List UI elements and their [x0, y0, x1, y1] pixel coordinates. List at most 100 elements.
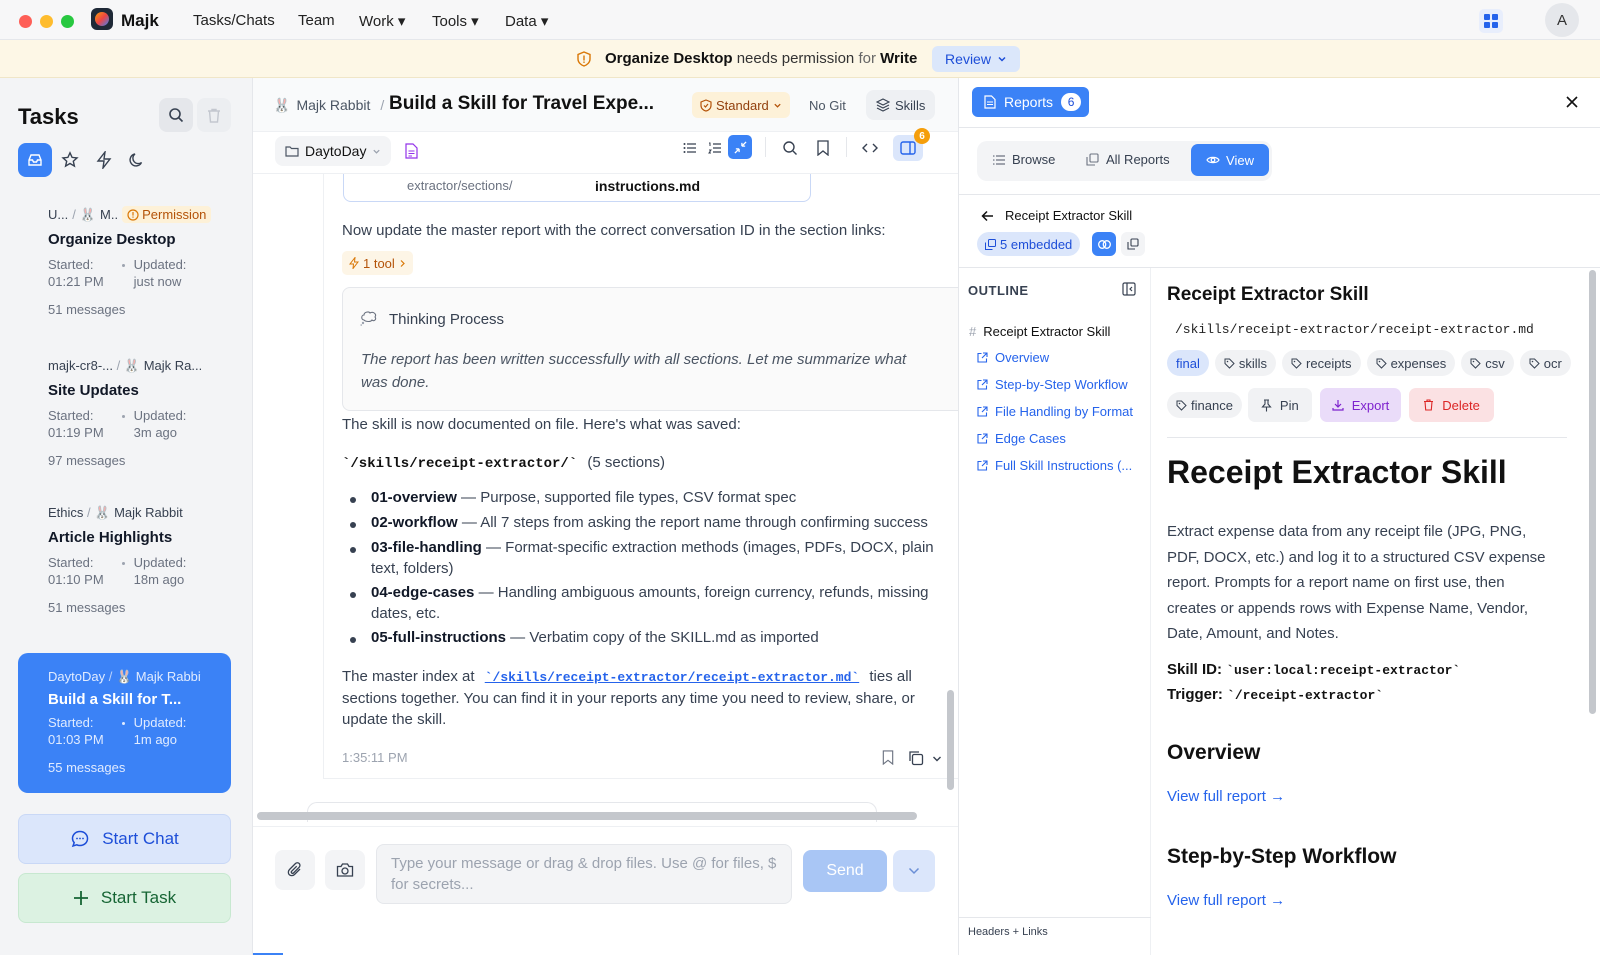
tag-receipts[interactable]: receipts	[1282, 350, 1361, 376]
avatar[interactable]: A	[1545, 3, 1579, 37]
outline-item-full-instructions[interactable]: Full Skill Instructions (...	[977, 458, 1132, 473]
document-icon	[984, 95, 996, 109]
external-link-icon	[977, 379, 988, 390]
outline-item-edge-cases[interactable]: Edge Cases	[977, 431, 1066, 446]
numbered-list-icon[interactable]	[708, 141, 722, 155]
outline-item-file-handling[interactable]: File Handling by Format	[977, 404, 1133, 419]
tool-chip[interactable]: 1 tool	[342, 251, 413, 275]
bookmark-icon[interactable]	[882, 750, 894, 765]
chevron-down-icon	[774, 103, 781, 108]
bullet-key: 02-workflow	[371, 514, 458, 531]
copy-mode-button[interactable]	[1121, 232, 1145, 256]
export-button[interactable]: Export	[1319, 388, 1402, 422]
list-icon	[993, 154, 1005, 165]
pin-button[interactable]: Pin	[1247, 388, 1312, 422]
external-link-icon	[977, 352, 988, 363]
filter-star-button[interactable]	[53, 143, 87, 177]
view-tabs: Browse All Reports View	[977, 141, 1272, 181]
tag-label: csv	[1485, 355, 1505, 371]
horizontal-scrollbar[interactable]	[257, 812, 917, 820]
tag-icon	[1176, 400, 1187, 411]
trash-button[interactable]	[197, 98, 231, 132]
tag-ocr[interactable]: ocr	[1519, 350, 1571, 376]
vertical-scrollbar[interactable]	[947, 690, 954, 790]
report-intro-line: creates or appends rows with Expense Nam…	[1167, 599, 1529, 617]
mode-dropdown[interactable]: Standard	[692, 92, 790, 118]
tag-skills[interactable]: skills	[1214, 350, 1277, 376]
tag-csv[interactable]: csv	[1461, 350, 1514, 376]
thinking-text: The report has been written successfully…	[361, 351, 907, 391]
report-scrollbar[interactable]	[1589, 270, 1596, 714]
bolt-icon	[349, 257, 359, 269]
project-dropdown[interactable]: DaytoDay	[275, 136, 392, 166]
task-card[interactable]: majk-cr8-... / 🐰 Majk Ra... Site Updates…	[18, 358, 231, 468]
task-agent: Majk Rabbit	[114, 505, 183, 520]
filter-moon-button[interactable]	[120, 143, 154, 177]
close-icon[interactable]	[1565, 95, 1579, 109]
menu-team[interactable]: Team	[298, 12, 335, 29]
window-close-button[interactable]	[19, 15, 32, 28]
tab-browse[interactable]: Browse	[993, 152, 1055, 167]
task-card[interactable]: U... / 🐰 M.. Permission Organize Desktop…	[18, 206, 231, 317]
outline-item-overview[interactable]: Overview	[977, 350, 1049, 365]
task-card-active[interactable]: DaytoDay / 🐰 Majk Rabbit Build a Skill f…	[18, 653, 231, 793]
divider	[846, 137, 847, 157]
document-icon[interactable]	[405, 143, 418, 159]
chevron-down-icon[interactable]	[932, 755, 942, 763]
task-card[interactable]: Ethics / 🐰 Majk Rabbit Article Highlight…	[18, 505, 231, 615]
tag-expenses[interactable]: expenses	[1366, 350, 1456, 376]
outline-item-workflow[interactable]: Step-by-Step Workflow	[977, 377, 1128, 392]
paperclip-icon	[287, 862, 301, 877]
bookmark-icon[interactable]	[817, 140, 829, 156]
thinking-card[interactable]: Thinking Process The report has been wri…	[342, 287, 958, 411]
window-minimize-button[interactable]	[40, 15, 53, 28]
report-heading: Receipt Extractor Skill	[1167, 454, 1507, 490]
tab-view[interactable]: View	[1191, 144, 1269, 176]
code-icon[interactable]	[862, 141, 878, 155]
embedded-count-badge[interactable]: 5 embedded	[977, 232, 1081, 256]
agent-name[interactable]: Majk Rabbit	[296, 97, 370, 114]
start-task-button[interactable]: Start Task	[18, 873, 231, 923]
master-index-link[interactable]: `/skills/receipt-extractor/receipt-extra…	[485, 670, 859, 685]
send-button[interactable]: Send	[803, 850, 887, 892]
view-full-report-link[interactable]: View full report →	[1167, 788, 1285, 805]
list-icon[interactable]	[683, 141, 697, 155]
menu-data[interactable]: Data ▾	[505, 12, 548, 30]
start-chat-button[interactable]: Start Chat	[18, 814, 231, 864]
review-button[interactable]: Review	[932, 46, 1020, 72]
camera-button[interactable]	[325, 850, 365, 890]
collapse-outline-icon[interactable]	[1122, 282, 1136, 296]
message-input[interactable]: Type your message or drag & drop files. …	[376, 844, 792, 904]
grid-icon[interactable]	[1479, 9, 1503, 33]
tag-final[interactable]: final	[1167, 350, 1209, 376]
outline-item-root[interactable]: # Receipt Extractor Skill	[969, 324, 1110, 339]
arrow-left-icon[interactable]	[981, 210, 994, 222]
collapse-button[interactable]	[728, 135, 752, 159]
delete-button[interactable]: Delete	[1409, 388, 1494, 422]
file-card[interactable]: extractor/sections/ instructions.md	[343, 174, 811, 202]
search-icon[interactable]	[782, 140, 798, 156]
send-options-button[interactable]	[893, 850, 935, 892]
menu-tools[interactable]: Tools ▾	[432, 12, 479, 30]
bolt-icon	[96, 151, 112, 169]
filter-bolt-button[interactable]	[87, 143, 121, 177]
shield-icon	[576, 51, 592, 67]
divider	[1167, 437, 1567, 438]
menu-tasks-chats[interactable]: Tasks/Chats	[193, 12, 275, 29]
search-button[interactable]	[159, 98, 193, 132]
chevron-down-icon	[908, 867, 920, 875]
chevron-down-icon	[998, 56, 1006, 62]
filter-inbox-button[interactable]	[18, 143, 52, 177]
message-list: extractor/sections/ instructions.md Now …	[253, 174, 958, 902]
git-status[interactable]: No Git	[799, 92, 856, 118]
menu-work[interactable]: Work ▾	[359, 12, 405, 30]
tab-all-reports[interactable]: All Reports	[1086, 152, 1170, 167]
attach-button[interactable]	[275, 850, 315, 890]
skills-button[interactable]: Skills	[866, 90, 936, 120]
reports-header-button[interactable]: Reports 6	[972, 87, 1090, 117]
tag-finance[interactable]: finance	[1167, 392, 1242, 418]
view-full-report-link[interactable]: View full report →	[1167, 892, 1285, 909]
link-mode-button[interactable]	[1092, 232, 1116, 256]
copy-icon[interactable]	[908, 750, 924, 766]
window-maximize-button[interactable]	[61, 15, 74, 28]
